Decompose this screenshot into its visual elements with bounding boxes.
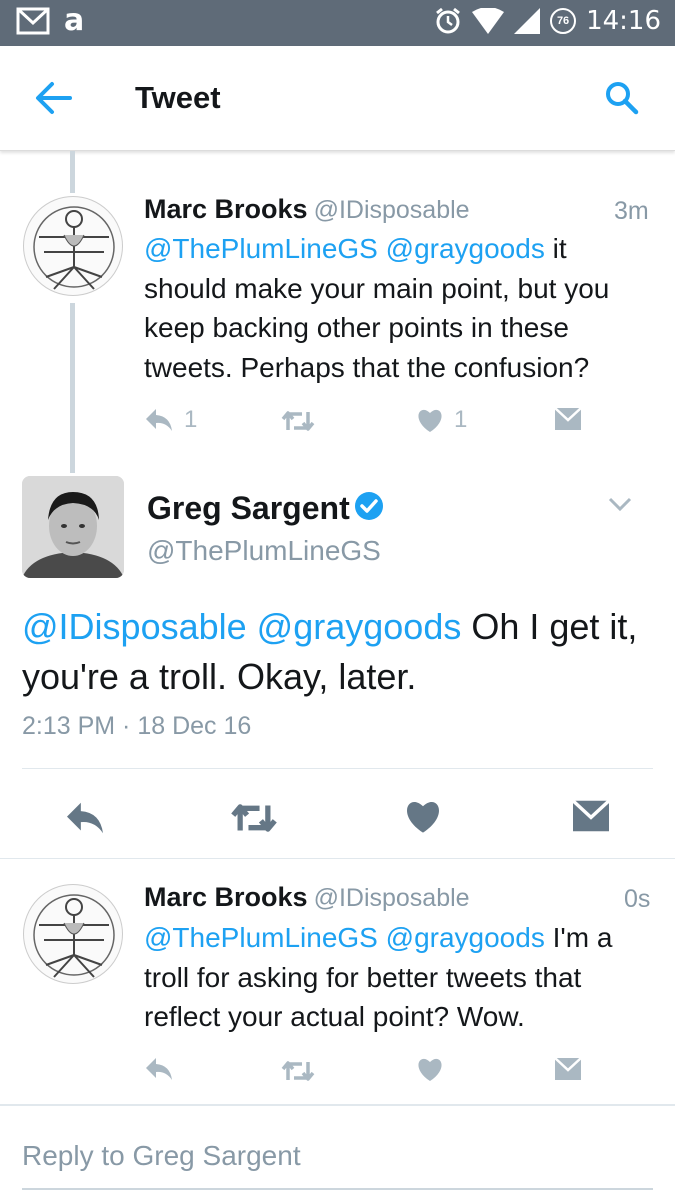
author-handle[interactable]: @ThePlumLineGS	[147, 535, 381, 567]
battery-icon: 76	[550, 8, 577, 34]
clock: 14:16	[586, 6, 661, 36]
retweet-icon	[281, 1061, 315, 1081]
envelope-icon[interactable]	[571, 798, 611, 834]
envelope-icon	[554, 1057, 582, 1080]
mention-link[interactable]: @graygoods	[386, 233, 545, 264]
heart-icon	[418, 1058, 442, 1081]
heart-icon	[418, 409, 442, 432]
page-title: Tweet	[135, 80, 221, 115]
tweet-time: 3m	[614, 197, 649, 225]
reply-icon	[146, 409, 172, 431]
tweet-header: Marc Brooks @IDisposable	[144, 882, 470, 913]
tweet-text-line: reflect your actual point? Wow.	[144, 1001, 525, 1032]
status-bar: a 76 14:16	[0, 0, 675, 46]
avatar[interactable]	[23, 884, 123, 984]
tweet-text: @IDisposable @graygoods Oh I get it, you…	[22, 602, 662, 702]
retweet-icon[interactable]	[228, 800, 280, 836]
retweet-button[interactable]	[280, 1058, 316, 1084]
divider	[0, 1104, 675, 1106]
wifi-icon	[472, 8, 505, 34]
heart-icon[interactable]	[403, 798, 443, 834]
mention-link[interactable]: @graygoods	[257, 606, 462, 647]
dm-button[interactable]	[554, 406, 582, 432]
divider	[22, 768, 653, 769]
retweet-button[interactable]	[280, 408, 316, 434]
tweet-text: @ThePlumLineGS @graygoods I'm a troll fo…	[144, 918, 654, 1037]
divider	[0, 858, 675, 859]
dm-button[interactable]	[554, 1056, 582, 1082]
tweet-text: @ThePlumLineGS @graygoods it should make…	[144, 229, 654, 387]
like-button[interactable]: 1	[416, 406, 467, 434]
signal-icon	[514, 8, 541, 34]
tweet-text-line: Oh I get it,	[461, 606, 638, 647]
thread-line	[70, 303, 75, 473]
like-button[interactable]	[416, 1056, 444, 1082]
author-handle[interactable]: @IDisposable	[314, 884, 470, 912]
tweet-text-line: troll for asking for better tweets that	[144, 961, 582, 993]
tweet-text-line: I'm a	[544, 922, 613, 953]
author-name[interactable]: Greg Sargent	[147, 490, 350, 527]
tweet-text-line: keep backing other points in these	[144, 312, 569, 343]
verified-badge-icon	[355, 492, 383, 520]
back-arrow-icon[interactable]	[34, 80, 74, 116]
reply-count: 1	[184, 406, 198, 433]
gmail-icon	[16, 7, 50, 35]
like-count: 1	[454, 406, 468, 433]
retweet-icon	[281, 411, 315, 431]
reply-button[interactable]: 1	[144, 406, 197, 434]
tweet-time: 0s	[624, 885, 651, 913]
alarm-icon	[436, 7, 460, 34]
reply-button[interactable]	[144, 1056, 174, 1082]
tweet-text-line: tweets. Perhaps that the confusion?	[144, 351, 590, 383]
search-icon[interactable]	[604, 80, 640, 116]
reply-input[interactable]: Reply to Greg Sargent	[22, 1140, 301, 1172]
envelope-icon	[554, 407, 582, 430]
mention-link[interactable]: @IDisposable	[22, 606, 247, 647]
reply-icon[interactable]	[63, 800, 107, 836]
mention-link[interactable]: @ThePlumLineGS	[144, 922, 378, 953]
avatar[interactable]	[22, 476, 124, 578]
mention-link[interactable]: @ThePlumLineGS	[144, 233, 378, 264]
author-handle[interactable]: @IDisposable	[314, 196, 470, 224]
thread-line	[70, 151, 75, 193]
reply-icon	[146, 1058, 172, 1080]
tweet-text-line: should make your main point, but you	[144, 272, 610, 304]
app-bar: Tweet	[0, 46, 675, 151]
tweet-text-line: you're a troll. Okay, later.	[22, 656, 417, 697]
mention-link[interactable]: @graygoods	[386, 922, 545, 953]
chevron-down-icon[interactable]	[606, 494, 634, 514]
reply-input-underline	[22, 1188, 653, 1190]
tweet-header: Marc Brooks @IDisposable	[144, 194, 470, 225]
tweet-timestamp: 2:13 PM · 18 Dec 16	[22, 712, 252, 740]
avatar[interactable]	[23, 196, 123, 296]
tweet-text-line: it	[544, 233, 567, 264]
author-name[interactable]: Marc Brooks	[144, 194, 308, 224]
amazon-icon: a	[64, 3, 85, 38]
author-name[interactable]: Marc Brooks	[144, 882, 308, 912]
